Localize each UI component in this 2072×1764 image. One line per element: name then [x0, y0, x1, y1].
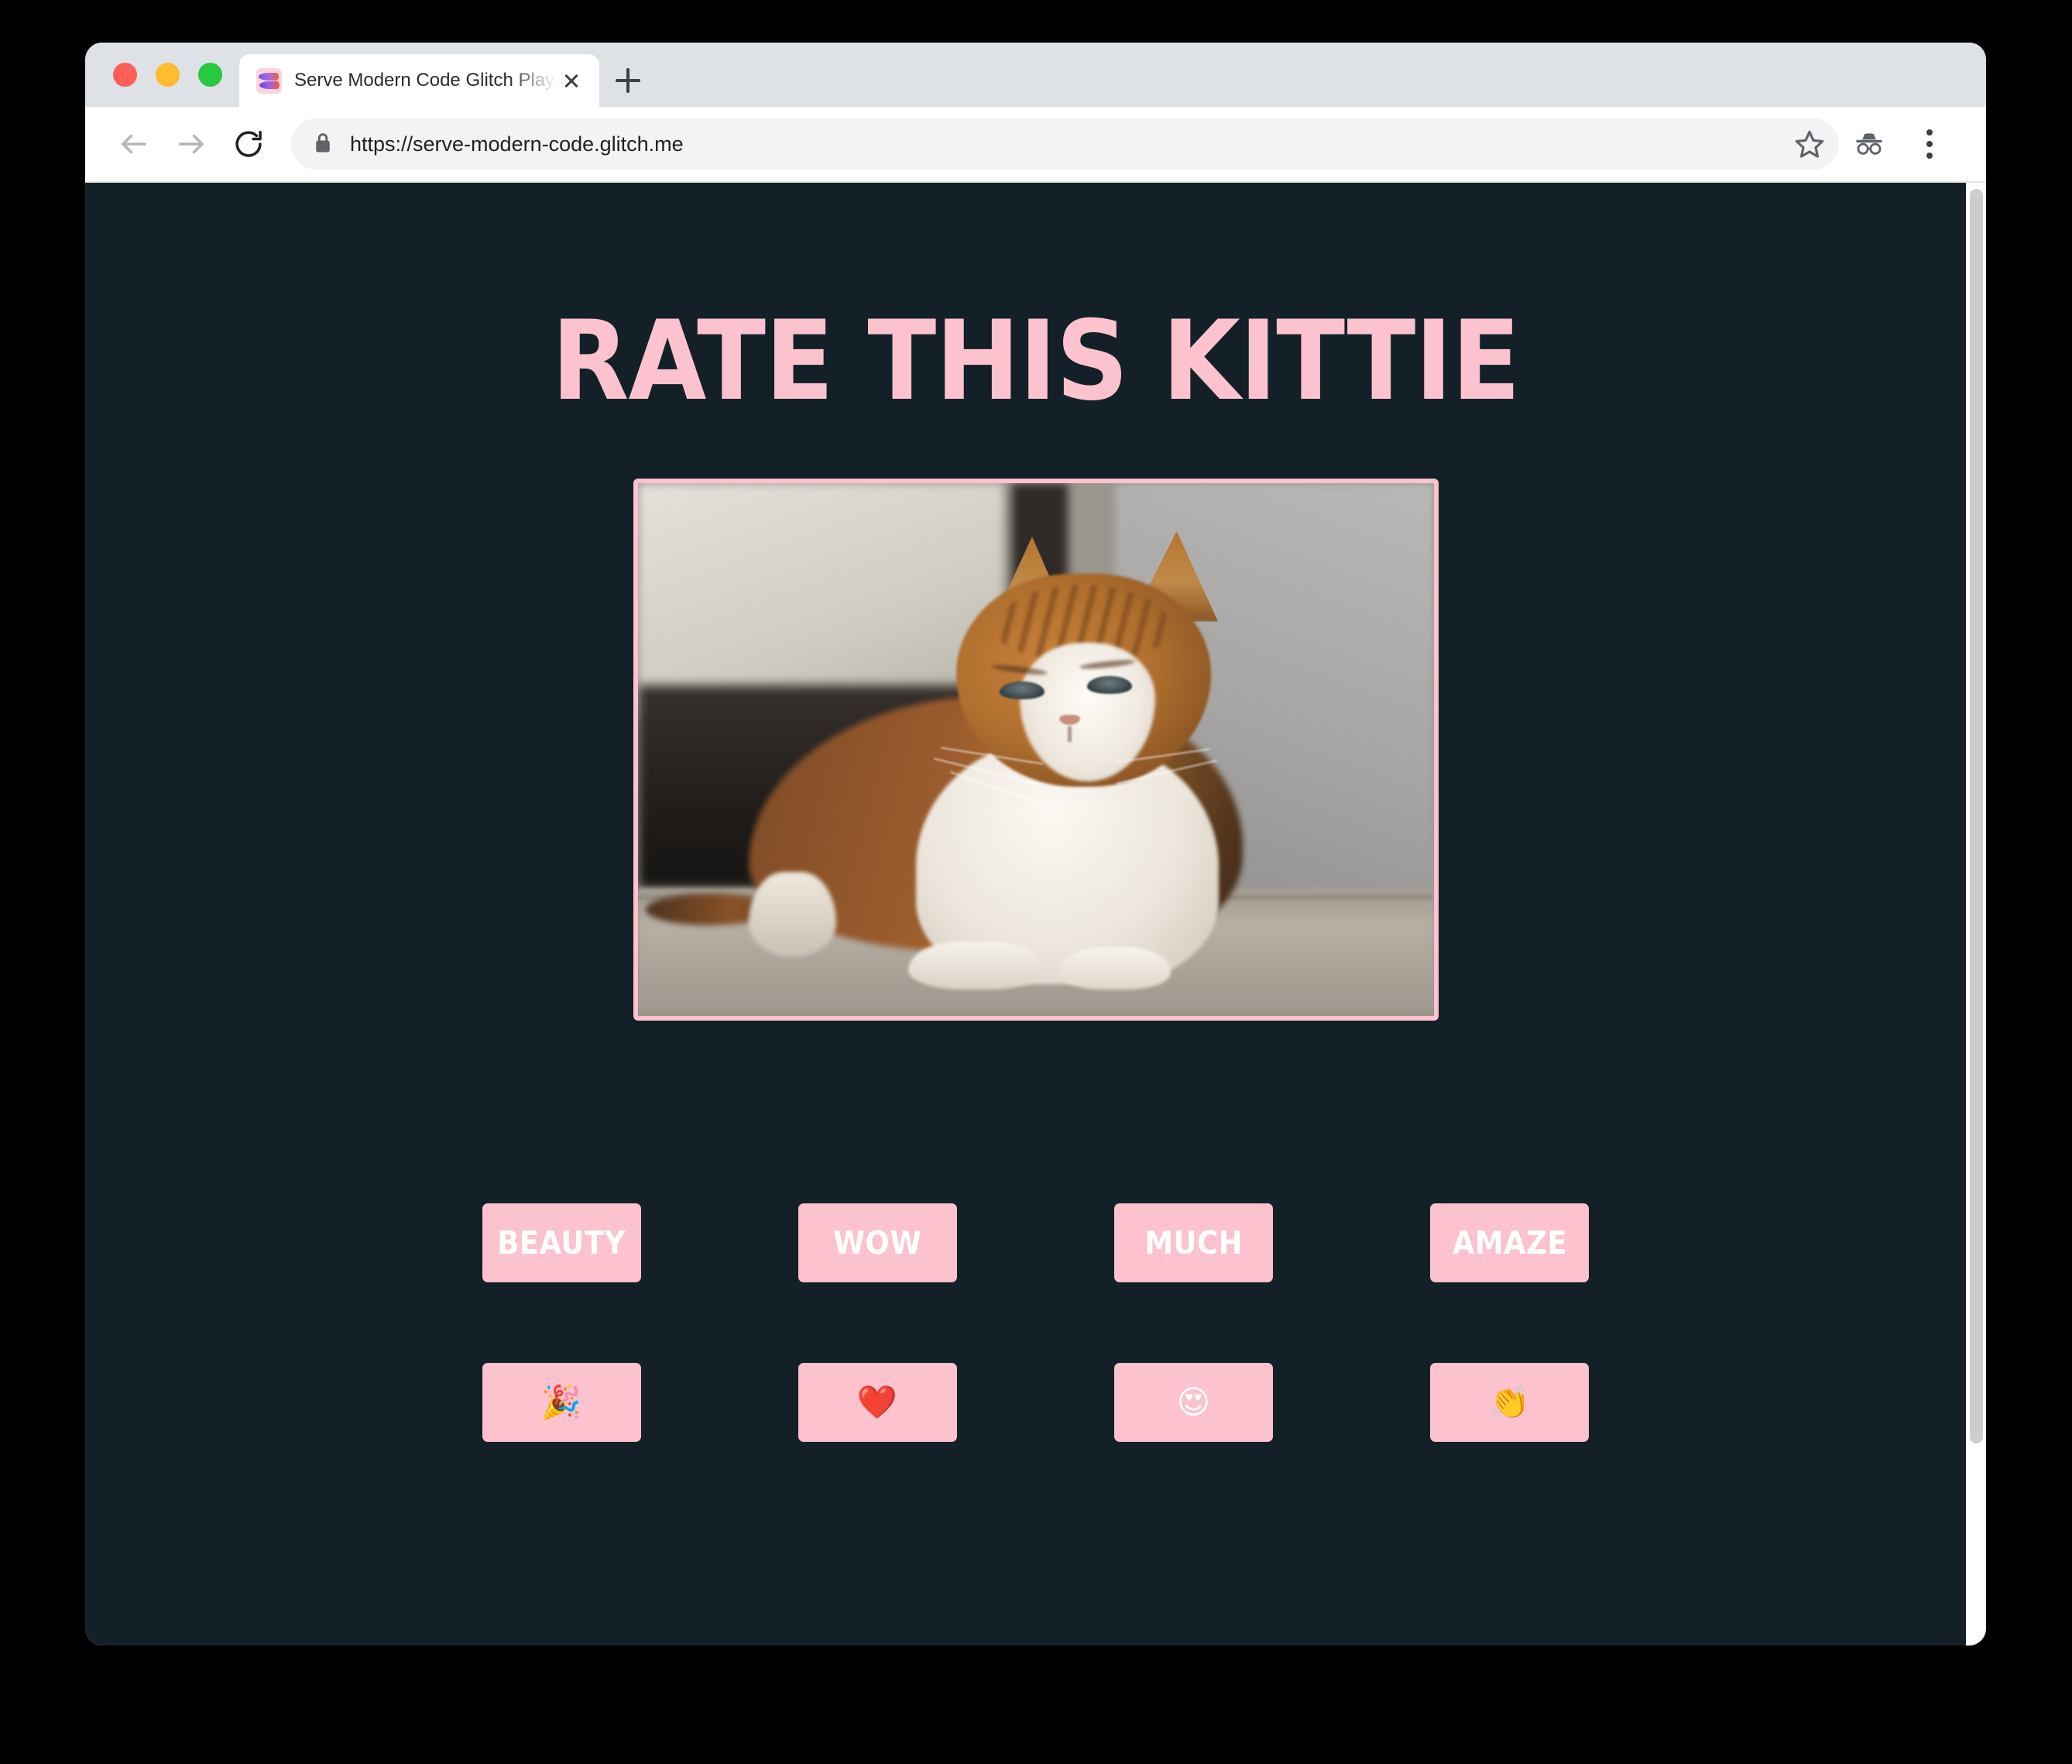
rate-wow-button[interactable]: WOW	[798, 1203, 957, 1282]
rate-heart-eyes-button[interactable]: 😍	[1114, 1363, 1274, 1442]
window-close-button[interactable]	[113, 63, 137, 87]
two-fish-icon	[256, 67, 282, 94]
rate-party-popper-button[interactable]: 🎉	[482, 1363, 641, 1442]
three-dot-menu-icon[interactable]	[1899, 115, 1960, 173]
tab-title: Serve Modern Code Glitch Play	[294, 70, 555, 91]
kitten-photo	[637, 483, 1434, 1016]
page-scrollbar[interactable]	[1966, 183, 1986, 1646]
rate-heart-button[interactable]: ❤️	[798, 1363, 957, 1442]
window-minimize-button[interactable]	[156, 63, 180, 87]
rate-much-button[interactable]: MUCH	[1114, 1203, 1274, 1282]
reload-icon[interactable]	[220, 115, 277, 173]
rate-clap-button[interactable]: 👏	[1430, 1363, 1590, 1442]
kitten-photo-frame	[633, 479, 1439, 1021]
rating-button-grid: BEAUTY WOW MUCH AMAZE 🎉 ❤️ 😍 👏	[482, 1203, 1590, 1442]
page-scrollbar-thumb[interactable]	[1970, 189, 1983, 1443]
page-viewport: RATE THIS KITTIE BEAUTY WOW MUCH AMAZE 🎉…	[85, 183, 1986, 1646]
window-controls	[85, 43, 239, 107]
window-maximize-button[interactable]	[198, 63, 222, 87]
incognito-icon[interactable]	[1839, 115, 1899, 173]
forward-arrow-icon[interactable]	[163, 115, 220, 173]
new-tab-button[interactable]	[599, 54, 657, 107]
address-bar[interactable]: https://serve-modern-code.glitch.me	[291, 118, 1828, 170]
url-text: https://serve-modern-code.glitch.me	[350, 132, 684, 156]
star-icon[interactable]	[1780, 118, 1839, 170]
browser-toolbar: https://serve-modern-code.glitch.me	[85, 107, 1986, 183]
close-icon[interactable]	[556, 65, 587, 96]
lock-icon	[313, 131, 333, 158]
rate-beauty-button[interactable]: BEAUTY	[482, 1203, 641, 1282]
page-title: RATE THIS KITTIE	[551, 297, 1521, 425]
rate-amaze-button[interactable]: AMAZE	[1430, 1203, 1590, 1282]
browser-tab-active[interactable]: Serve Modern Code Glitch Play	[239, 54, 599, 107]
tab-strip: Serve Modern Code Glitch Play	[85, 43, 1986, 107]
back-arrow-icon[interactable]	[105, 115, 163, 173]
browser-window: Serve Modern Code Glitch Play https://se…	[85, 43, 1986, 1646]
